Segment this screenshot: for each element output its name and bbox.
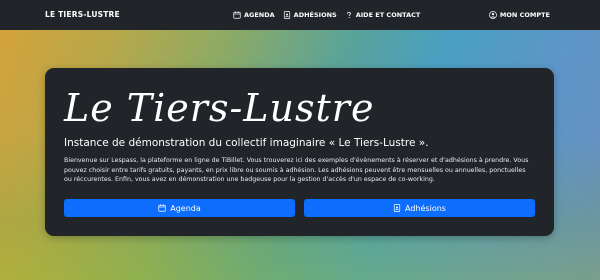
hero-description: Bienvenue sur Lespass, la plateforme en … [64,157,529,184]
id-card-icon [283,11,291,19]
nav-item-adhesions[interactable]: ADHÉSIONS [283,11,337,19]
nav-item-label: ADHÉSIONS [293,11,337,19]
hero-card: Le Tiers-Lustre Instance de démonstratio… [45,68,554,236]
id-card-icon [393,204,401,212]
nav-item-label: AIDE ET CONTACT [355,11,421,19]
adhesions-button-label: Adhésions [405,203,446,213]
nav-item-help[interactable]: AIDE ET CONTACT [345,11,421,19]
nav-menu: AGENDA ADHÉSIONS AIDE ET CONTACT [233,0,420,30]
agenda-button-label: Agenda [170,203,201,213]
brand-link[interactable]: LE TIERS-LUSTRE [45,0,120,30]
nav-item-agenda[interactable]: AGENDA [233,11,275,19]
question-icon [345,11,353,19]
nav-item-label: AGENDA [244,11,275,19]
hero-title: Le Tiers-Lustre [64,86,375,130]
hero-subtitle: Instance de démonstration du collectif i… [64,137,429,149]
user-circle-icon [489,11,497,19]
agenda-button[interactable]: Agenda [64,199,295,217]
calendar-icon [158,204,166,212]
account-link[interactable]: MON COMPTE [489,11,550,19]
account-label: MON COMPTE [499,11,550,19]
calendar-icon [233,11,241,19]
top-navbar: LE TIERS-LUSTRE AGENDA ADHÉSIONS AIDE ET… [0,0,600,30]
account-menu: MON COMPTE [489,0,550,30]
adhesions-button[interactable]: Adhésions [304,199,535,217]
